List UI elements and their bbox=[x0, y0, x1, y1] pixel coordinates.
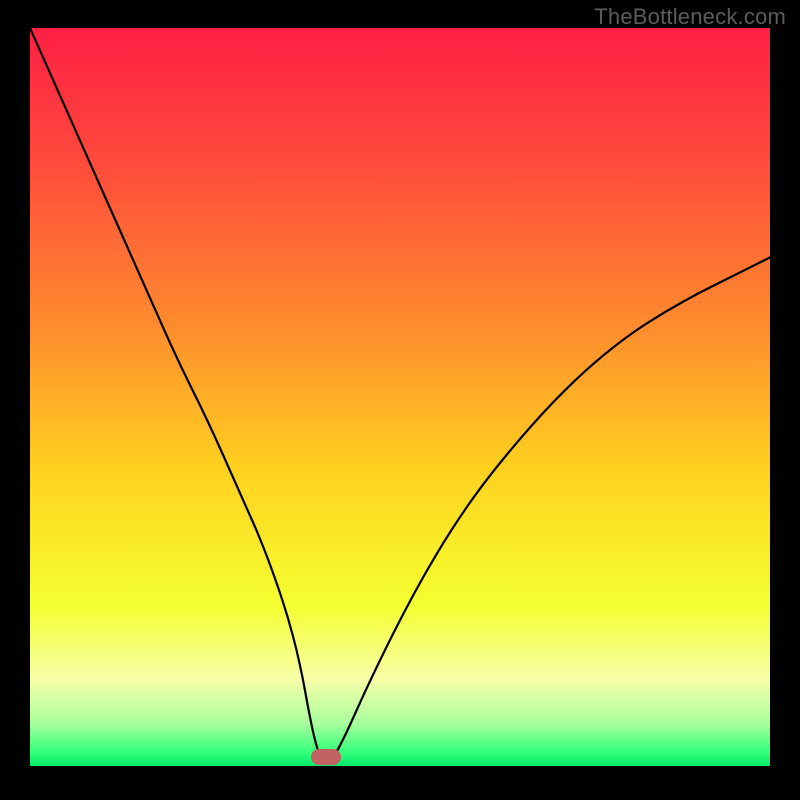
plot-area bbox=[30, 28, 770, 768]
optimum-marker bbox=[311, 749, 341, 765]
plot-svg bbox=[30, 28, 770, 768]
chart-frame: TheBottleneck.com bbox=[0, 0, 800, 800]
watermark-text: TheBottleneck.com bbox=[594, 4, 786, 30]
gradient-background bbox=[30, 28, 770, 768]
